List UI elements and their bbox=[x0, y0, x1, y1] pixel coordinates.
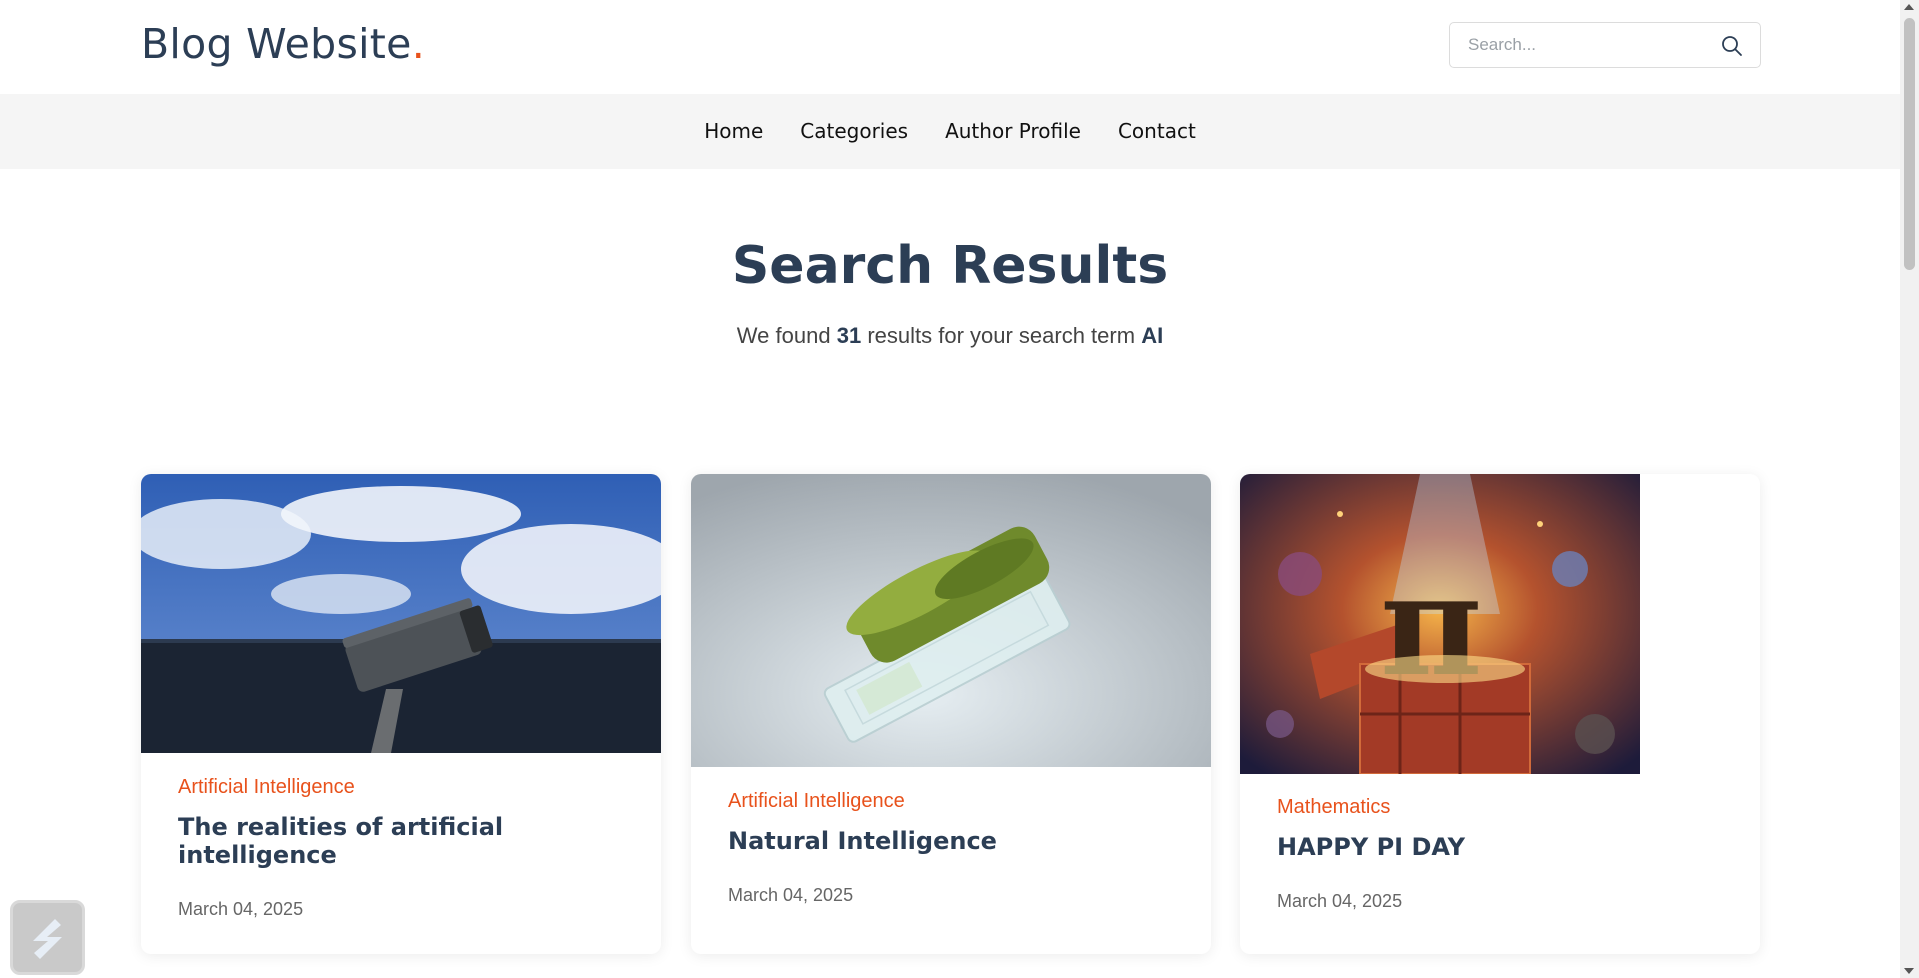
post-date: March 04, 2025 bbox=[728, 885, 854, 905]
results-count: 31 bbox=[836, 323, 862, 348]
post-date: March 04, 2025 bbox=[1277, 891, 1403, 911]
scroll-down-arrow-icon[interactable] bbox=[1904, 968, 1914, 974]
search-term: AI bbox=[1141, 323, 1164, 348]
search-box bbox=[1449, 22, 1761, 68]
post-card[interactable]: π Mathematics HAPPY PI DAY March 04, 202… bbox=[1240, 474, 1760, 954]
post-card[interactable]: Artificial Intelligence The realities of… bbox=[141, 474, 661, 954]
results-middle: results for your search term bbox=[867, 323, 1136, 348]
post-category[interactable]: Artificial Intelligence bbox=[178, 776, 631, 799]
page-title: Search Results bbox=[731, 236, 1169, 296]
nav-item-contact[interactable]: Contact bbox=[1118, 119, 1196, 143]
results-prefix: We found bbox=[736, 323, 831, 348]
post-card[interactable]: Artificial Intelligence Natural Intellig… bbox=[691, 474, 1211, 954]
post-meta: Mathematics HAPPY PI DAY March 04, 2025 bbox=[1277, 796, 1730, 912]
scroll-up-arrow-icon[interactable] bbox=[1904, 4, 1914, 10]
vertical-scrollbar[interactable] bbox=[1900, 0, 1919, 978]
post-meta: Artificial Intelligence Natural Intellig… bbox=[728, 790, 1181, 906]
svg-text:π: π bbox=[1380, 544, 1482, 708]
post-meta: Artificial Intelligence The realities of… bbox=[178, 776, 631, 920]
post-image-pi-box[interactable]: π bbox=[1240, 474, 1640, 774]
logo-dot: . bbox=[411, 20, 426, 68]
main-nav: Home Categories Author Profile Contact bbox=[0, 94, 1900, 169]
post-title[interactable]: HAPPY PI DAY bbox=[1277, 833, 1730, 861]
post-image-moss-chip[interactable] bbox=[691, 474, 1211, 767]
results-summary: We found 31 results for your search term… bbox=[0, 323, 1900, 349]
post-title[interactable]: Natural Intelligence bbox=[728, 827, 1181, 855]
scrollbar-thumb[interactable] bbox=[1904, 18, 1915, 270]
bolt-icon bbox=[33, 919, 62, 959]
post-title[interactable]: The realities of artificial intelligence bbox=[178, 813, 631, 869]
nav-item-author-profile[interactable]: Author Profile bbox=[945, 119, 1081, 143]
search-icon[interactable] bbox=[1720, 34, 1744, 58]
nav-item-home[interactable]: Home bbox=[704, 119, 763, 143]
site-logo[interactable]: Blog Website. bbox=[141, 20, 425, 68]
post-category[interactable]: Artificial Intelligence bbox=[728, 790, 1181, 813]
post-category[interactable]: Mathematics bbox=[1277, 796, 1730, 819]
logo-text: Blog Website bbox=[141, 20, 412, 68]
post-date: March 04, 2025 bbox=[178, 899, 304, 919]
nav-item-categories[interactable]: Categories bbox=[800, 119, 908, 143]
site-header: Blog Website. bbox=[0, 0, 1900, 94]
search-input[interactable] bbox=[1468, 23, 1718, 67]
floating-widget-button[interactable] bbox=[10, 900, 85, 975]
post-image-security-camera[interactable] bbox=[141, 474, 661, 753]
